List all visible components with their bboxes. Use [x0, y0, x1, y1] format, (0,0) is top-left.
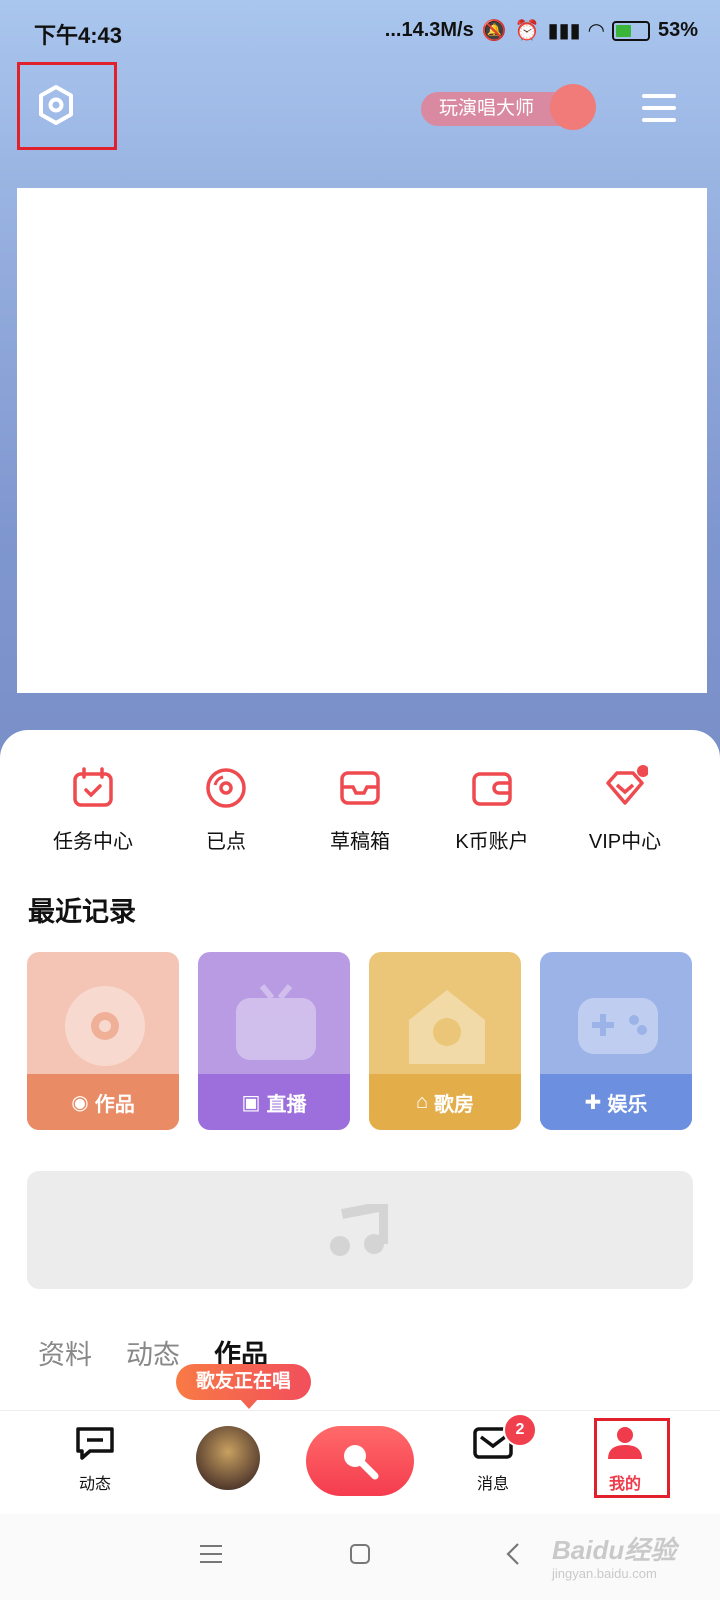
status-bar: 下午4:43 ...14.3M/s 🔕 ⏰ ▮▮▮ ◠ 53%	[0, 0, 720, 64]
room-icon	[409, 990, 485, 1064]
quick-vip[interactable]: VIP中心	[565, 765, 685, 854]
recent-room-card[interactable]: ⌂ 歌房	[369, 952, 521, 1130]
quick-kcoin[interactable]: K币账户	[432, 765, 552, 854]
network-speed: ...14.3M/s	[384, 19, 474, 41]
disc-icon	[203, 765, 249, 811]
karaoke-button[interactable]	[306, 1426, 414, 1496]
tab-bar-feed[interactable]: 动态	[45, 1425, 145, 1494]
disc-icon: ◉	[71, 1091, 89, 1114]
bell-mute-icon: 🔕	[481, 20, 507, 42]
calendar-check-icon	[70, 765, 116, 811]
tab-feed[interactable]: 动态	[126, 1333, 180, 1372]
highlight-box-settings	[17, 62, 117, 150]
menu-icon[interactable]	[642, 92, 676, 126]
inbox-icon	[337, 765, 383, 811]
banner-area[interactable]	[17, 188, 707, 693]
tab-profile[interactable]: 资料	[38, 1333, 92, 1372]
recent-works-card[interactable]: ◉ 作品	[27, 952, 179, 1130]
wifi-icon: ◠	[588, 20, 604, 42]
live-tv-icon	[236, 984, 316, 1060]
music-placeholder[interactable]	[27, 1171, 693, 1289]
recent-band: ✚ 娱乐	[540, 1074, 692, 1130]
messages-badge: 2	[503, 1413, 537, 1447]
status-indicators: ...14.3M/s 🔕 ⏰ ▮▮▮ ◠ 53%	[385, 18, 698, 43]
highlight-box-mine	[594, 1418, 670, 1498]
quick-label: 任务中心	[53, 831, 133, 853]
quick-label: 草稿箱	[330, 831, 390, 853]
quick-label: K币账户	[455, 831, 529, 853]
gamepad-icon	[578, 998, 658, 1054]
recent-entertainment-card[interactable]: ✚ 娱乐	[540, 952, 692, 1130]
music-note-icon	[330, 1204, 388, 1256]
disc-icon	[65, 986, 145, 1066]
watermark-url: jingyan.baidu.com	[552, 1566, 657, 1581]
back-icon[interactable]	[505, 1542, 521, 1566]
recent-label: 娱乐	[607, 1093, 648, 1116]
home-icon[interactable]	[349, 1543, 371, 1565]
diamond-icon	[602, 765, 649, 811]
recent-band: ◉ 作品	[27, 1074, 179, 1130]
status-time: 下午4:43	[34, 23, 123, 48]
quick-drafts[interactable]: 草稿箱	[300, 765, 420, 854]
recents-icon[interactable]	[200, 1544, 222, 1564]
singing-bubble[interactable]: 歌友正在唱	[176, 1364, 312, 1409]
battery-percent: 53%	[657, 19, 698, 41]
gamepad-icon: ✚	[584, 1091, 602, 1114]
quick-label: VIP中心	[588, 831, 662, 853]
recent-title: 最近记录	[28, 897, 136, 927]
recent-label: 直播	[266, 1093, 307, 1116]
recent-live-card[interactable]: ▣ 直播	[198, 952, 350, 1130]
quick-requested[interactable]: 已点	[166, 765, 286, 854]
live-tv-icon: ▣	[241, 1091, 261, 1114]
tab-label: 消息	[476, 1476, 509, 1493]
recent-band: ▣ 直播	[198, 1074, 350, 1130]
chat-icon	[76, 1427, 114, 1460]
watermark-logo: Baidu经验	[552, 1535, 677, 1565]
avatar[interactable]	[196, 1426, 260, 1490]
signal-icon: ▮▮▮	[547, 20, 581, 42]
alarm-icon: ⏰	[514, 20, 540, 42]
mascot-avatar-icon	[550, 84, 596, 130]
wallet-icon	[469, 765, 515, 811]
room-icon: ⌂	[415, 1090, 429, 1113]
quick-task-center[interactable]: 任务中心	[33, 765, 153, 854]
recent-label: 歌房	[434, 1093, 475, 1116]
tab-label: 动态	[78, 1476, 111, 1493]
recent-band: ⌂ 歌房	[369, 1074, 521, 1130]
quick-label: 已点	[206, 831, 246, 853]
microphone-icon	[344, 1445, 379, 1480]
battery-icon	[611, 20, 650, 41]
recent-label: 作品	[94, 1093, 135, 1116]
